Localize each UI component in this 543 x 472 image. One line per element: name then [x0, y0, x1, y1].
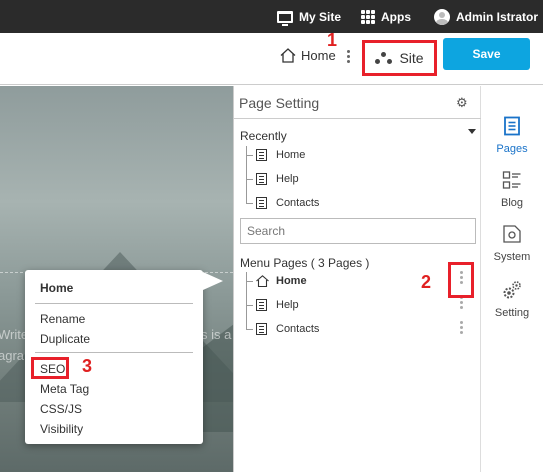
sidebar-item-label: Pages: [496, 143, 528, 155]
panel-divider: [234, 118, 481, 119]
annotation-number-2: 2: [421, 272, 432, 292]
recent-page-label: Home: [276, 149, 306, 161]
sidebar-item-pages[interactable]: Pages: [481, 116, 543, 155]
page-icon: [256, 299, 267, 311]
site-button-label: Site: [399, 50, 424, 66]
menu-pages-label: Menu Pages ( 3 Pages ): [240, 256, 370, 270]
page-setting-panel: Page Setting ⚙ Recently Home Help Contac…: [233, 86, 481, 472]
seo-highlight-box: [31, 357, 69, 379]
gears-icon[interactable]: ⚙: [456, 95, 468, 111]
recently-label: Recently: [240, 129, 287, 143]
preview-text: s is a: [201, 327, 232, 342]
recent-page-label: Help: [276, 173, 299, 185]
site-button[interactable]: Site: [362, 40, 437, 76]
menu-item-duplicate[interactable]: Duplicate: [40, 332, 90, 346]
user-name: Admin Istrator: [456, 9, 539, 24]
my-site-link[interactable]: My Site: [277, 0, 341, 33]
sidebar-item-label: Blog: [500, 197, 524, 209]
context-menu-pointer: [203, 272, 223, 290]
menu-item-css-js[interactable]: CSS/JS: [40, 402, 82, 416]
avatar-icon: [434, 8, 450, 25]
sidebar-item-label: Setting: [494, 307, 530, 319]
sidebar-item-label: System: [493, 251, 531, 263]
monitor-icon: [277, 10, 293, 26]
menu-item-meta-tag[interactable]: Meta Tag: [40, 382, 89, 396]
preview-text: Write: [0, 327, 29, 342]
recent-page-item[interactable]: Contacts: [246, 197, 319, 209]
menu-page-label: Contacts: [276, 323, 320, 335]
menu-page-label: Home: [276, 275, 307, 287]
save-button[interactable]: Save: [443, 38, 530, 70]
page-icon: [256, 197, 267, 209]
home-icon: [256, 275, 269, 287]
sidebar-item-setting[interactable]: Setting: [481, 280, 543, 319]
right-sidebar: Pages Blog System Setting: [481, 86, 543, 472]
sidebar-item-system[interactable]: System: [481, 224, 543, 263]
setting-icon: [503, 281, 521, 299]
top-bar: My Site Apps Admin Istrator: [0, 0, 543, 33]
options-highlight-box: [448, 262, 474, 298]
page-icon: [256, 173, 267, 185]
my-site-label: My Site: [299, 9, 342, 24]
annotation-number-1: 1: [327, 30, 338, 50]
blog-icon: [502, 171, 521, 189]
preview-text: agra: [0, 348, 25, 363]
pages-icon: [504, 116, 520, 136]
recent-page-label: Contacts: [276, 197, 320, 209]
menu-divider: [35, 303, 193, 304]
apps-label: Apps: [381, 9, 411, 24]
recent-page-item[interactable]: Home: [246, 149, 305, 161]
apps-grid-icon: [361, 9, 375, 24]
menu-page-item[interactable]: Contacts: [246, 323, 319, 335]
apps-link[interactable]: Apps: [361, 0, 411, 33]
page-icon: [256, 323, 267, 335]
annotation-number-3: 3: [82, 356, 93, 376]
system-icon: [503, 225, 521, 243]
site-dots-icon: [375, 52, 393, 64]
chevron-down-icon[interactable]: [468, 129, 476, 134]
sidebar-item-blog[interactable]: Blog: [481, 170, 543, 209]
home-icon: [280, 48, 296, 63]
menu-item-visibility[interactable]: Visibility: [40, 422, 83, 436]
menu-divider: [35, 352, 193, 353]
context-menu-title: Home: [40, 281, 74, 295]
more-options-icon[interactable]: [347, 50, 350, 63]
editor-header: Home Site Save: [0, 33, 543, 85]
panel-title: Page Setting: [239, 95, 320, 111]
recent-page-item[interactable]: Help: [246, 173, 299, 185]
page-icon: [256, 149, 267, 161]
user-menu[interactable]: Admin Istrator: [434, 0, 538, 33]
menu-page-item[interactable]: Home: [246, 275, 307, 287]
search-input[interactable]: Search: [240, 218, 476, 244]
menu-item-rename[interactable]: Rename: [40, 312, 85, 326]
menu-page-label: Help: [276, 299, 299, 311]
menu-page-item[interactable]: Help: [246, 299, 299, 311]
page-options-icon[interactable]: [460, 321, 463, 334]
